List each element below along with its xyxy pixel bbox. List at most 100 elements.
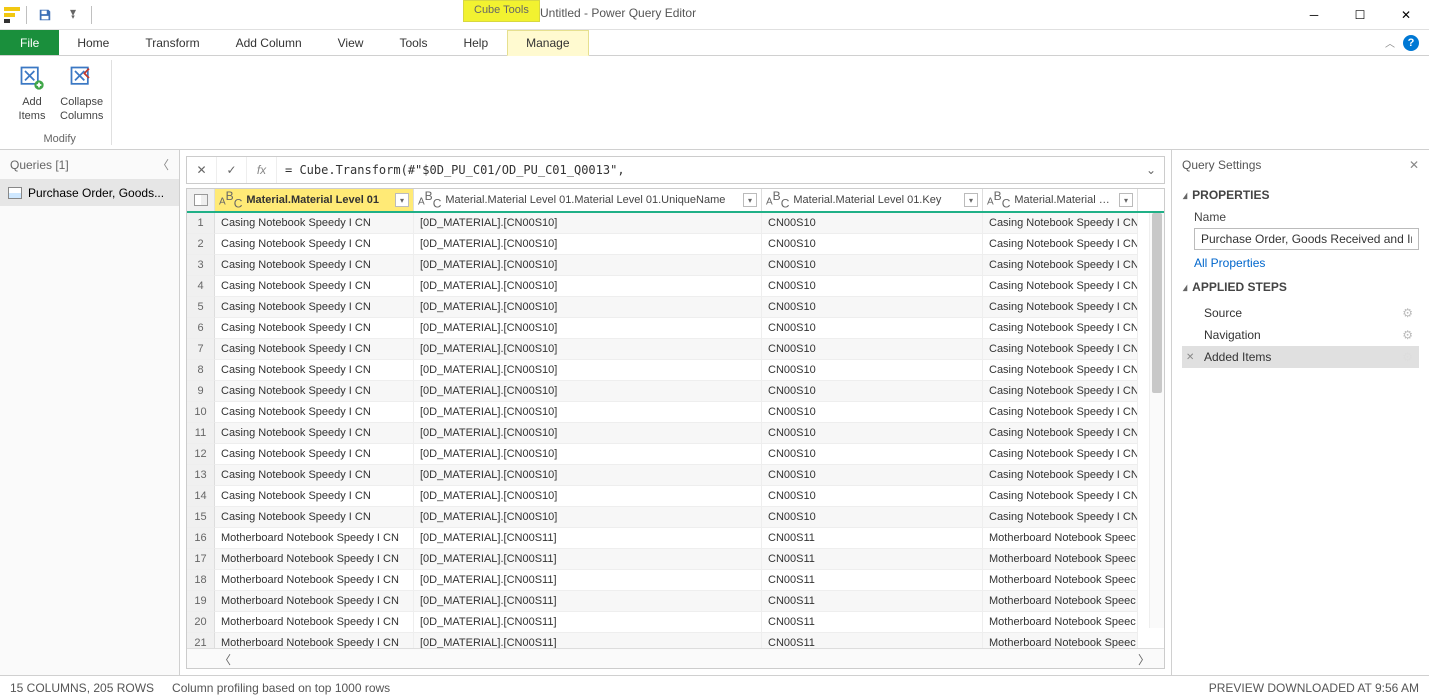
row-number[interactable]: 6 [187,318,215,339]
cell[interactable]: [0D_MATERIAL].[CN00S10] [414,381,762,402]
gear-icon[interactable]: ⚙ [1402,306,1413,320]
cell[interactable]: Casing Notebook Speedy I CN [215,402,414,423]
cell[interactable]: CN00S10 [762,465,983,486]
tab-view[interactable]: View [320,30,382,55]
help-icon[interactable]: ? [1403,35,1419,51]
cell[interactable]: Casing Notebook Speedy I CN [983,465,1138,486]
applied-step[interactable]: Source⚙ [1182,302,1419,324]
cell[interactable]: CN00S10 [762,423,983,444]
cell[interactable]: Motherboard Notebook Speedy I CN [215,612,414,633]
cell[interactable]: Casing Notebook Speedy I CN [983,234,1138,255]
column-filter-icon[interactable]: ▾ [964,193,978,207]
row-number[interactable]: 12 [187,444,215,465]
applied-step[interactable]: Added Items⚙ [1182,346,1419,368]
table-row[interactable]: 5Casing Notebook Speedy I CN[0D_MATERIAL… [187,297,1164,318]
table-row[interactable]: 11Casing Notebook Speedy I CN[0D_MATERIA… [187,423,1164,444]
cell[interactable]: Casing Notebook Speedy I CN [983,297,1138,318]
cell[interactable]: Motherboard Notebook Speedy I CN [215,633,414,648]
cell[interactable]: Casing Notebook Speedy I CN [983,423,1138,444]
collapse-ribbon-icon[interactable]: ︿ [1385,35,1395,50]
minimize-button[interactable]: ─ [1291,0,1337,30]
cell[interactable]: Casing Notebook Speedy I CN [215,339,414,360]
cell[interactable]: CN00S11 [762,570,983,591]
cell[interactable]: Casing Notebook Speedy I CN [215,276,414,297]
cell[interactable]: [0D_MATERIAL].[CN00S10] [414,486,762,507]
cell[interactable]: Casing Notebook Speedy I CN [215,297,414,318]
tab-transform[interactable]: Transform [127,30,217,55]
table-row[interactable]: 14Casing Notebook Speedy I CN[0D_MATERIA… [187,486,1164,507]
cell[interactable]: CN00S10 [762,213,983,234]
row-number[interactable]: 20 [187,612,215,633]
cell[interactable]: CN00S10 [762,402,983,423]
cell[interactable]: CN00S11 [762,612,983,633]
query-item[interactable]: Purchase Order, Goods... [0,180,179,206]
gear-icon[interactable]: ⚙ [1402,328,1413,342]
cell[interactable]: CN00S10 [762,339,983,360]
cell[interactable]: [0D_MATERIAL].[CN00S10] [414,444,762,465]
tab-help[interactable]: Help [445,30,506,55]
tab-manage[interactable]: Manage [507,30,588,56]
row-number[interactable]: 3 [187,255,215,276]
column-header[interactable]: ABCMaterial.Material Level 01.M▾ [983,189,1138,211]
cell[interactable]: CN00S10 [762,234,983,255]
cell[interactable]: Casing Notebook Speedy I CN [215,486,414,507]
cell[interactable]: Motherboard Notebook Speec [983,633,1138,648]
cell[interactable]: Casing Notebook Speedy I CN [983,507,1138,528]
cell[interactable]: CN00S10 [762,318,983,339]
cell[interactable]: Casing Notebook Speedy I CN [215,465,414,486]
row-number[interactable]: 1 [187,213,215,234]
tab-add-column[interactable]: Add Column [218,30,320,55]
table-row[interactable]: 16Motherboard Notebook Speedy I CN[0D_MA… [187,528,1164,549]
column-filter-icon[interactable]: ▾ [1119,193,1133,207]
formula-cancel-icon[interactable]: ✕ [187,157,217,183]
query-settings-close-icon[interactable]: ✕ [1409,158,1419,172]
table-row[interactable]: 4Casing Notebook Speedy I CN[0D_MATERIAL… [187,276,1164,297]
cell[interactable]: Motherboard Notebook Speedy I CN [215,549,414,570]
table-row[interactable]: 9Casing Notebook Speedy I CN[0D_MATERIAL… [187,381,1164,402]
cell[interactable]: Motherboard Notebook Speec [983,612,1138,633]
queries-panel-collapse-icon[interactable]: 〈 [157,156,169,173]
table-row[interactable]: 17Motherboard Notebook Speedy I CN[0D_MA… [187,549,1164,570]
cell[interactable]: [0D_MATERIAL].[CN00S10] [414,234,762,255]
cell[interactable]: Casing Notebook Speedy I CN [215,318,414,339]
table-row[interactable]: 15 Casing Notebook Speedy I CN [0D_MATERIA… [187,507,1164,528]
cell[interactable]: CN00S11 [762,528,983,549]
cell[interactable]: Motherboard Notebook Speec [983,528,1138,549]
cell[interactable]: [0D_MATERIAL].[CN00S11] [414,633,762,648]
cell[interactable]: [0D_MATERIAL].[CN00S10] [414,507,762,528]
formula-expand-icon[interactable]: ⌄ [1138,163,1164,177]
row-number[interactable]: 17 [187,549,215,570]
cell[interactable]: CN00S10 [762,255,983,276]
hscroll-right-icon[interactable]: 〉 [1136,651,1152,668]
column-filter-icon[interactable]: ▾ [743,193,757,207]
query-name-input[interactable] [1194,228,1419,250]
row-number[interactable]: 13 [187,465,215,486]
table-row[interactable]: 3Casing Notebook Speedy I CN[0D_MATERIAL… [187,255,1164,276]
row-number[interactable]: 15 [187,507,215,528]
formula-fx-icon[interactable]: fx [247,157,277,183]
cell[interactable]: CN00S10 [762,381,983,402]
row-number[interactable]: 2 [187,234,215,255]
cell[interactable]: Casing Notebook Speedy I CN [983,255,1138,276]
column-header[interactable]: ABCMaterial.Material Level 01.Key▾ [762,189,983,211]
row-number[interactable]: 5 [187,297,215,318]
cell[interactable]: Motherboard Notebook Speedy I CN [215,570,414,591]
table-row[interactable]: 8Casing Notebook Speedy I CN[0D_MATERIAL… [187,360,1164,381]
cell[interactable]: Casing Notebook Speedy I CN [983,402,1138,423]
table-row[interactable]: 1Casing Notebook Speedy I CN[0D_MATERIAL… [187,213,1164,234]
cell[interactable]: [0D_MATERIAL].[CN00S10] [414,423,762,444]
cell[interactable]: CN00S10 [762,276,983,297]
table-row[interactable]: 10Casing Notebook Speedy I CN[0D_MATERIA… [187,402,1164,423]
cell[interactable]: Motherboard Notebook Speec [983,549,1138,570]
formula-commit-icon[interactable]: ✓ [217,157,247,183]
cell[interactable]: CN00S11 [762,591,983,612]
cell[interactable]: Casing Notebook Speedy I CN [215,213,414,234]
table-row[interactable]: 20Motherboard Notebook Speedy I CN[0D_MA… [187,612,1164,633]
cell[interactable]: [0D_MATERIAL].[CN00S11] [414,570,762,591]
cell[interactable]: Casing Notebook Speedy I CN [215,255,414,276]
cell[interactable]: CN00S11 [762,633,983,648]
cell[interactable]: Casing Notebook Speedy I CN [983,486,1138,507]
row-number[interactable]: 4 [187,276,215,297]
cell[interactable]: CN00S10 [762,297,983,318]
cell[interactable]: Casing Notebook Speedy I CN [983,444,1138,465]
